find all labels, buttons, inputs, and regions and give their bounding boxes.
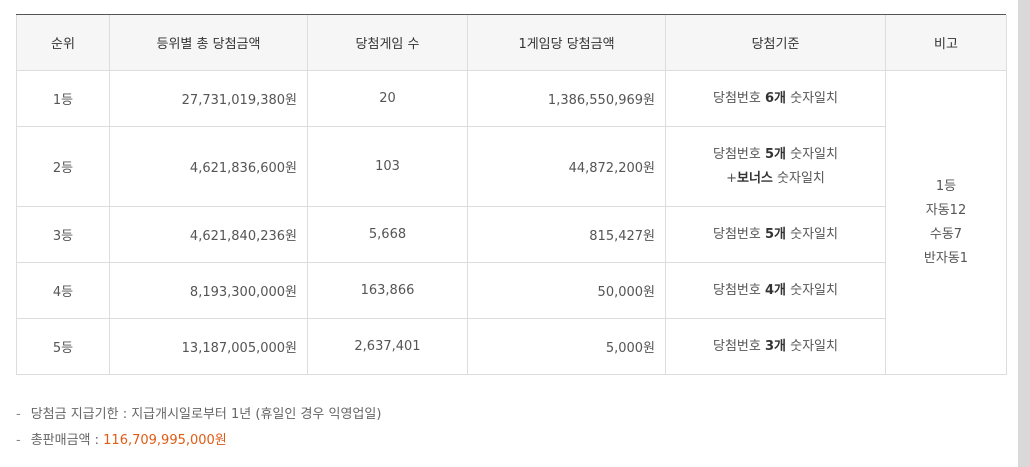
note-cell: 1등 자동12 수동7 반자동1	[885, 70, 1007, 375]
deadline-value: 지급개시일로부터 1년 (휴일인 경우 익영업일)	[131, 407, 382, 422]
sales-value: 116,709,995,000원	[103, 433, 227, 448]
note-line: 1등	[935, 178, 957, 194]
criteria-count: 5개	[764, 226, 786, 242]
criteria-count: 4개	[764, 282, 786, 298]
per-game-cell: 1,386,550,969원	[467, 70, 666, 127]
games-cell: 2,637,401	[307, 318, 468, 375]
table-header-row: 순위 등위별 총 당첨금액 당첨게임 수 1게임당 당첨금액 당첨기준 비고	[16, 15, 1007, 71]
deadline-label: 당첨금 지급기한 :	[30, 407, 132, 422]
per-game-cell: 815,427원	[467, 206, 666, 263]
criteria-cell: 당첨번호 6개 숫자일치	[665, 70, 886, 127]
note-line: 자동12	[925, 202, 967, 218]
prize-table: 순위 등위별 총 당첨금액 당첨게임 수 1게임당 당첨금액 당첨기준 비고 1…	[16, 15, 1007, 375]
rank-cell: 5등	[16, 318, 110, 375]
table-row: 1등 27,731,019,380원 20 1,386,550,969원 당첨번…	[16, 70, 1007, 375]
criteria-cell: 당첨번호 5개 숫자일치 +보너스 숫자일치	[665, 126, 886, 207]
table-row: 5등 13,187,005,000원 2,637,401 5,000원 당첨번호…	[16, 318, 1007, 375]
criteria-prefix: +	[726, 170, 738, 186]
games-cell: 163,866	[307, 262, 468, 319]
criteria-cell: 당첨번호 5개 숫자일치	[665, 206, 886, 263]
total-amount-cell: 4,621,840,236원	[109, 206, 308, 263]
rank-cell: 3등	[16, 206, 110, 263]
criteria-suffix: 숫자일치	[786, 90, 838, 106]
games-cell: 103	[307, 126, 468, 207]
rank-cell: 4등	[16, 262, 110, 319]
rank-cell: 1등	[16, 70, 110, 127]
table-row: 4등 8,193,300,000원 163,866 50,000원 당첨번호 4…	[16, 262, 1007, 319]
total-sales-note: - 총판매금액 : 116,709,995,000원	[16, 428, 381, 454]
header-note: 비고	[885, 15, 1007, 71]
payment-deadline-note: - 당첨금 지급기한 : 지급개시일로부터 1년 (휴일인 경우 익영업일)	[16, 402, 381, 428]
criteria-cell: 당첨번호 3개 숫자일치	[665, 318, 886, 375]
total-amount-cell: 13,187,005,000원	[109, 318, 308, 375]
list-dash: -	[16, 407, 21, 422]
games-cell: 20	[307, 70, 468, 127]
criteria-suffix: 숫자일치	[786, 338, 838, 354]
header-rank: 순위	[16, 15, 110, 71]
header-criteria: 당첨기준	[665, 15, 886, 71]
footnotes: - 당첨금 지급기한 : 지급개시일로부터 1년 (휴일인 경우 익영업일) -총…	[16, 402, 381, 454]
criteria-line: 당첨번호 5개 숫자일치	[676, 143, 875, 167]
total-amount-cell: 4,621,836,600원	[109, 126, 308, 207]
header-total-amount: 등위별 총 당첨금액	[109, 15, 308, 71]
table-row: 2등 4,621,836,600원 103 44,872,200원 당첨번호 5…	[16, 126, 1007, 207]
per-game-cell: 44,872,200원	[467, 126, 666, 207]
criteria-suffix: 숫자일치	[786, 282, 838, 298]
total-amount-cell: 8,193,300,000원	[109, 262, 308, 319]
header-per-game-amount: 1게임당 당첨금액	[467, 15, 666, 71]
note-line: 수동7	[929, 226, 963, 242]
criteria-prefix: 당첨번호	[713, 282, 765, 298]
criteria-line-bonus: +보너스 숫자일치	[676, 167, 875, 191]
criteria-prefix: 당첨번호	[713, 146, 765, 162]
sales-label: 총판매금액 :	[30, 433, 104, 448]
criteria-suffix: 숫자일치	[786, 226, 838, 242]
per-game-cell: 50,000원	[467, 262, 666, 319]
note-line: 반자동1	[923, 250, 969, 266]
criteria-cell: 당첨번호 4개 숫자일치	[665, 262, 886, 319]
criteria-prefix: 당첨번호	[713, 90, 765, 106]
criteria-suffix: 숫자일치	[786, 146, 838, 162]
total-amount-cell: 27,731,019,380원	[109, 70, 308, 127]
criteria-count: 3개	[764, 338, 786, 354]
table-row: 3등 4,621,840,236원 5,668 815,427원 당첨번호 5개…	[16, 206, 1007, 263]
list-dash: -	[16, 433, 21, 448]
results-panel: 순위 등위별 총 당첨금액 당첨게임 수 1게임당 당첨금액 당첨기준 비고 1…	[0, 0, 1018, 467]
criteria-prefix: 당첨번호	[713, 338, 765, 354]
criteria-prefix: 당첨번호	[713, 226, 765, 242]
rank-cell: 2등	[16, 126, 110, 207]
games-cell: 5,668	[307, 206, 468, 263]
per-game-cell: 5,000원	[467, 318, 666, 375]
criteria-count: 5개	[764, 146, 786, 162]
criteria-count: 6개	[764, 90, 786, 106]
criteria-bonus: 보너스	[737, 170, 773, 186]
criteria-suffix: 숫자일치	[772, 170, 825, 186]
header-winning-games: 당첨게임 수	[307, 15, 468, 71]
